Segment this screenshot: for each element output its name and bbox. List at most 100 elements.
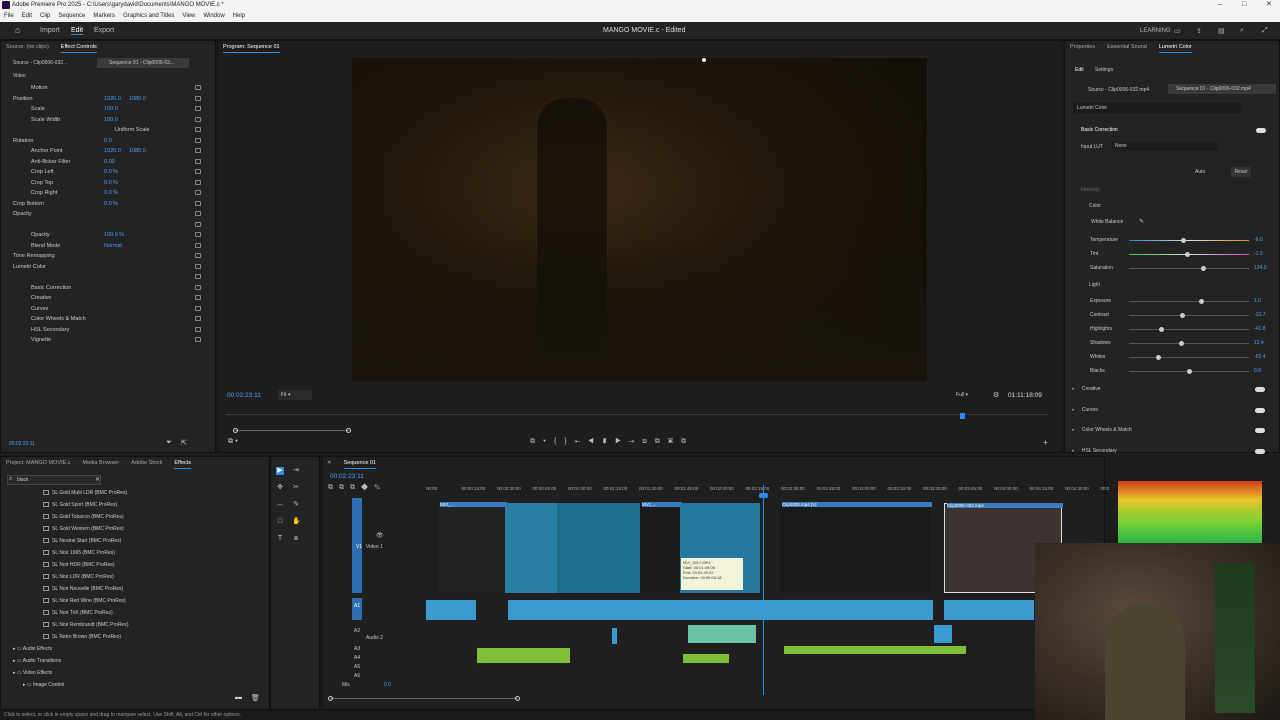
reset-icon[interactable] <box>195 137 201 143</box>
slider-track[interactable] <box>1129 299 1249 304</box>
reset-icon[interactable] <box>195 85 201 90</box>
effect-row[interactable]: Crop Top 0.0 % <box>1 178 217 188</box>
slider-track[interactable] <box>1129 252 1249 257</box>
slider-knob[interactable] <box>1181 238 1186 243</box>
clear-search-icon[interactable]: ✕ <box>95 476 100 483</box>
export-frame-icon[interactable]: ⇱ <box>181 439 187 447</box>
sequence-clip-name[interactable]: Sequence 01 - Clip0006-032.mp4 <box>1168 84 1276 94</box>
learning-tab[interactable]: LEARNING <box>1140 28 1171 34</box>
effect-row[interactable]: Lumetri Color <box>1 262 217 272</box>
reset-icon[interactable] <box>195 242 201 248</box>
effect-row[interactable]: Opacity 100.0 % <box>1 230 217 240</box>
effect-row[interactable]: Crop Bottom 0.0 % <box>1 199 217 209</box>
filter-icon[interactable]: ⏷ <box>166 439 172 447</box>
settings-icon[interactable]: ⚙ <box>993 391 999 399</box>
right-tab[interactable]: Essential Sound <box>1107 41 1147 53</box>
reset-icon[interactable] <box>195 253 201 258</box>
effect-folder[interactable]: ▸ ▭ Video Effects <box>13 667 52 679</box>
menu-view[interactable]: View <box>182 10 195 22</box>
track-select-icon[interactable]: ⇥ <box>292 467 300 475</box>
color-subheader[interactable]: Color <box>1089 203 1101 209</box>
effect-row[interactable]: Color Wheels & Match <box>1 314 217 324</box>
timeline-tool-icons[interactable]: ⧉⧉⧉◆✎ <box>328 484 386 492</box>
lumetri-section[interactable]: ▸ HSL Secondary <box>1072 448 1117 454</box>
fit-dropdown[interactable]: Fit ▾ <box>278 390 312 400</box>
effect-row[interactable]: Crop Left 0.0 % <box>1 167 217 177</box>
effect-row[interactable]: Vignette <box>1 335 217 345</box>
lumetri-section[interactable]: ▸ Color Wheels & Match <box>1072 427 1132 433</box>
edit-subtab[interactable]: Edit <box>1075 67 1084 73</box>
ripple-edit-icon[interactable]: ✥ <box>276 484 284 492</box>
eyedropper-icon[interactable]: ✎ <box>1139 218 1144 225</box>
project-tab[interactable]: Project: MANGO MOVIE.c <box>6 457 70 469</box>
section-toggle[interactable] <box>1255 428 1265 433</box>
effect-row[interactable]: Anchor Point 1920.0 1080.0 <box>1 146 217 156</box>
razor-icon[interactable]: ✂ <box>292 484 300 492</box>
reset-icon[interactable] <box>195 106 201 111</box>
menu-markers[interactable]: Markers <box>93 10 115 22</box>
effect-row-value[interactable]: 100.0 % <box>104 230 124 240</box>
menu-sequence[interactable]: Sequence <box>58 10 85 22</box>
effect-folder[interactable]: ▸ ▭ Audio Transitions <box>13 655 61 667</box>
reset-icon[interactable] <box>195 305 201 311</box>
effect-preset[interactable]: SL Retro Brown (BMC ProRes) <box>43 631 121 643</box>
audio-clip[interactable] <box>934 625 952 643</box>
reset-icon[interactable] <box>195 274 201 279</box>
music-clip[interactable] <box>477 648 570 663</box>
slider-value[interactable]: 0.8 <box>1254 368 1261 374</box>
slip-icon[interactable]: ↔ <box>276 501 284 509</box>
effect-row-value[interactable]: Normal <box>104 241 122 251</box>
effect-row-value[interactable]: 100.0 <box>104 115 118 125</box>
effect-row[interactable]: Creative <box>1 293 217 303</box>
music-clip[interactable] <box>784 646 966 654</box>
effect-row-value[interactable]: 0.0 <box>104 136 112 146</box>
reset-icon[interactable] <box>195 221 201 227</box>
reset-icon[interactable] <box>195 148 201 153</box>
transport-controls[interactable]: ⧉▾{}⇤◀▮▶⇥⧈⧉▣⧉ <box>530 438 694 446</box>
effect-preset[interactable]: SL Gold Western (BMC ProRes) <box>43 523 124 535</box>
home-icon[interactable]: ⌂ <box>15 25 20 35</box>
menu-edit[interactable]: Edit <box>22 10 32 22</box>
slider-knob[interactable] <box>1187 369 1192 374</box>
project-tab[interactable]: Adobe Stock <box>131 457 162 469</box>
hand-icon[interactable]: ✋ <box>292 518 301 526</box>
reset-icon[interactable] <box>195 263 201 269</box>
reset-icon[interactable] <box>195 326 201 332</box>
reset-icon[interactable] <box>195 316 201 321</box>
reset-icon[interactable] <box>195 200 201 206</box>
delete-icon[interactable]: 🗑 <box>251 694 260 702</box>
slider-value[interactable]: -10.7 <box>1254 312 1265 318</box>
source-clip-name[interactable]: Source - Clip0006-032.mp4 <box>1088 87 1149 93</box>
effect-row[interactable]: Basic Correction <box>1 283 217 293</box>
effect-row[interactable]: Curves <box>1 304 217 314</box>
source-clip-label[interactable]: Source - Clip0006-032... <box>13 60 67 66</box>
effect-preset[interactable]: SL Noir 1965 (BMC ProRes) <box>43 547 115 559</box>
slider-value[interactable]: 12.4 <box>1254 340 1264 346</box>
music-clip[interactable] <box>683 654 729 663</box>
zoom-handle-right[interactable] <box>346 428 351 433</box>
new-folder-icon[interactable]: ▬ <box>235 694 242 701</box>
source-timecode[interactable]: 00:02:23:11 <box>9 441 35 447</box>
lumetri-effect-dropdown[interactable]: Lumetri Color <box>1073 103 1241 113</box>
quality-dropdown[interactable]: Full ▾ <box>956 390 980 400</box>
effect-folder[interactable]: ▸ ▭ Image Control <box>23 679 64 691</box>
sequence-tab[interactable]: Sequence 01 <box>343 457 377 469</box>
reset-button[interactable]: Reset <box>1231 167 1251 177</box>
effect-preset[interactable]: SL Noir HDR (BMC ProRes) <box>43 559 115 571</box>
playhead[interactable] <box>763 485 764 695</box>
project-tab[interactable]: Effects <box>174 457 192 469</box>
frame-icon[interactable]: ⧈ <box>292 535 300 543</box>
effect-row[interactable] <box>1 272 217 282</box>
tab-effect-controls[interactable]: Effect Controls <box>60 41 97 53</box>
effect-preset[interactable]: SL Noir TriX (BMC ProRes) <box>43 607 113 619</box>
monitor-settings-icon[interactable]: ⧉ ▾ <box>228 438 238 446</box>
slider-track[interactable] <box>1129 341 1249 346</box>
reset-icon[interactable] <box>195 232 201 237</box>
tab-source[interactable]: Source: (no clips) <box>6 41 49 53</box>
export-tab[interactable]: Export <box>94 27 114 34</box>
slider-value[interactable]: 124.0 <box>1254 265 1267 271</box>
effect-row-value[interactable]: 0.0 % <box>104 188 118 198</box>
effect-preset[interactable]: SL Neutral Start (BMC ProRes) <box>43 535 121 547</box>
effect-row[interactable]: HSL Secondary <box>1 325 217 335</box>
slider-track[interactable] <box>1129 369 1249 374</box>
